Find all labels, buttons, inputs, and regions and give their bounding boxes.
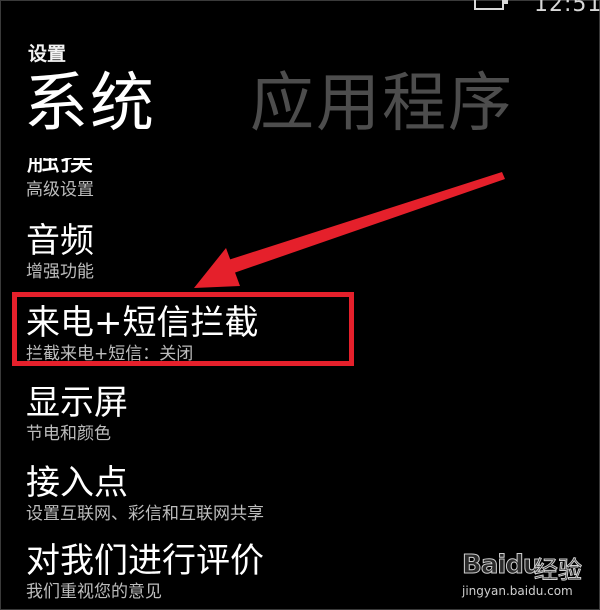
- watermark-name: 经验: [534, 556, 583, 585]
- annotation-arrow-icon: [194, 172, 505, 288]
- baidu-watermark: Baidu 经验 jingyan.baidu.com: [461, 542, 592, 602]
- watermark-logo: Baidu: [461, 550, 541, 581]
- watermark-url: jingyan.baidu.com: [462, 584, 573, 598]
